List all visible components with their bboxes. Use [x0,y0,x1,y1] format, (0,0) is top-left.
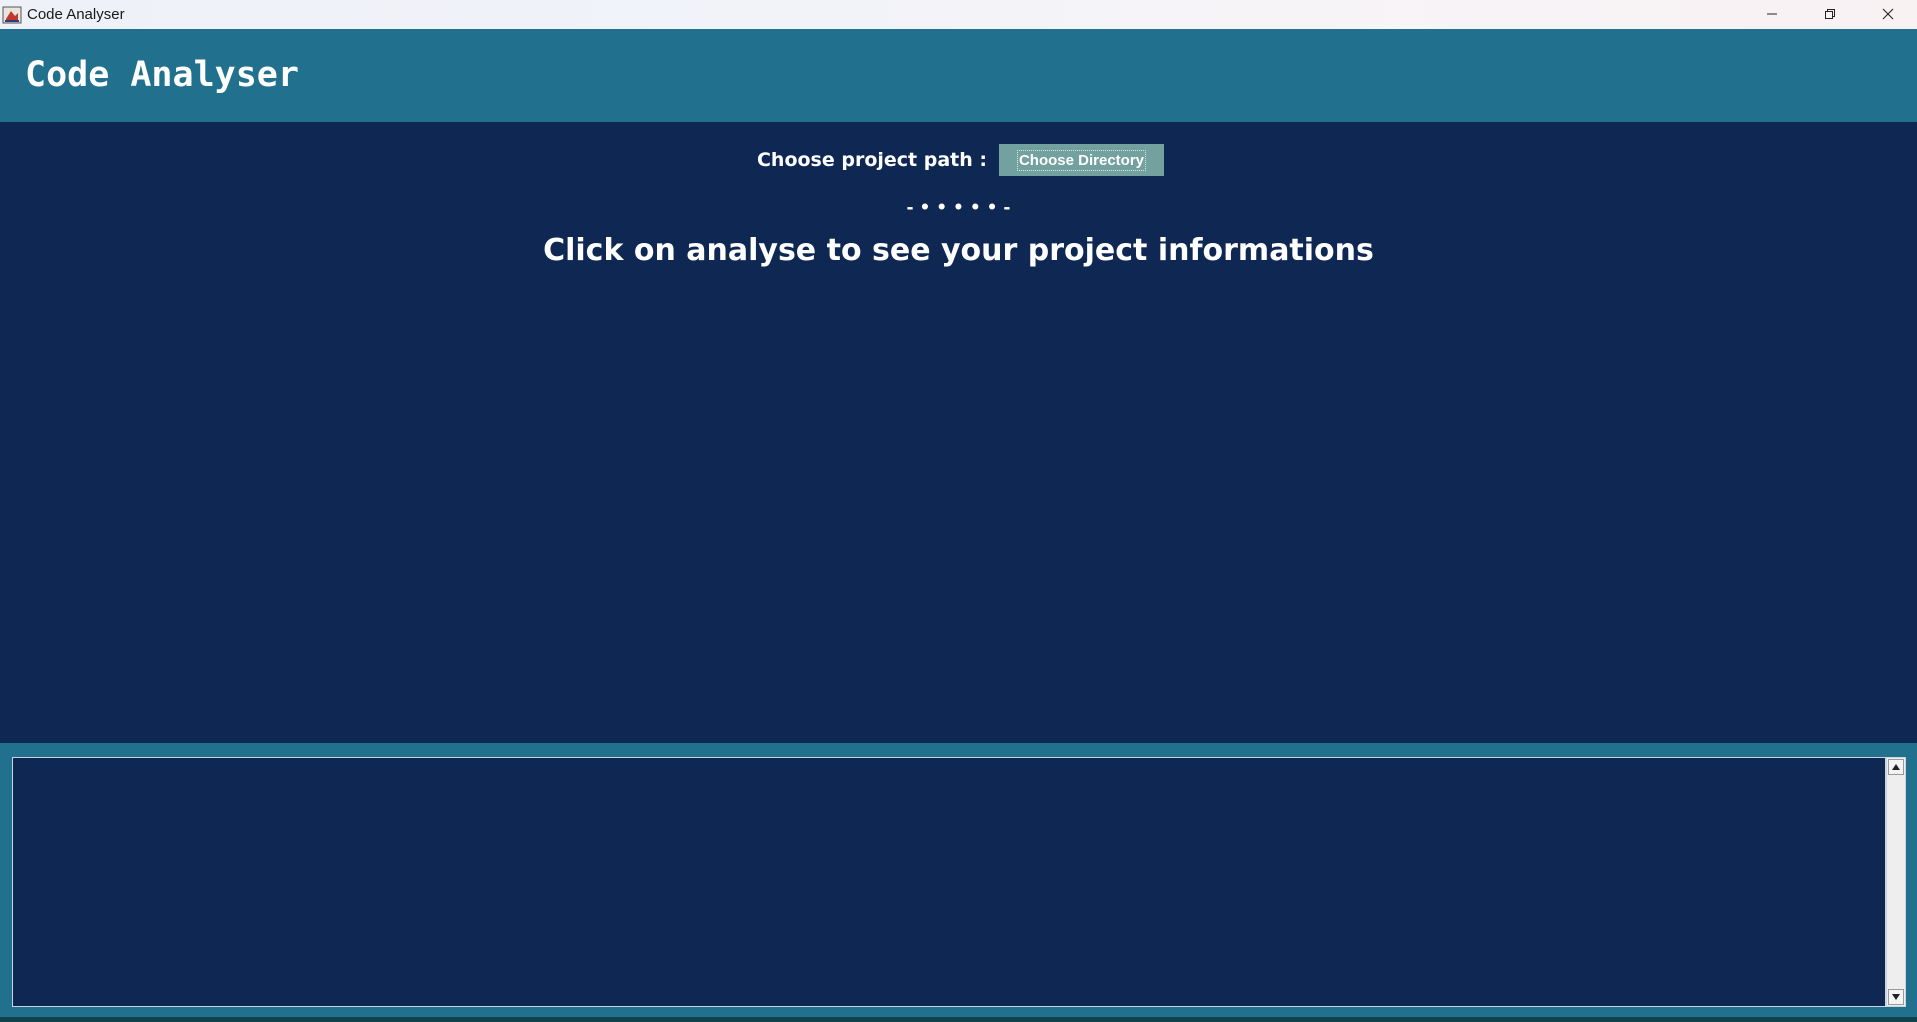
project-path-row: Choose project path : Choose Directory [0,144,1917,176]
window-title: Code Analyser [27,6,125,23]
java-app-icon [2,5,22,25]
close-button[interactable] [1859,0,1917,29]
scroll-up-button[interactable] [1888,759,1904,775]
scroll-down-button[interactable] [1888,989,1904,1005]
output-text-area[interactable] [12,757,1886,1007]
output-scrollbar[interactable] [1886,757,1906,1007]
app-title: Code Analyser [25,55,299,95]
arrow-down-icon [1892,994,1900,1000]
minimize-button[interactable] [1743,0,1801,29]
restore-button[interactable] [1801,0,1859,29]
restore-icon [1824,5,1836,24]
close-icon [1882,5,1894,24]
window-controls [1743,0,1917,29]
choose-directory-button[interactable]: Choose Directory [999,144,1164,176]
info-message: Click on analyse to see your project inf… [543,233,1374,268]
arrow-up-icon [1892,764,1900,770]
app-window: Code Analyser Code Analyser Choose proje… [0,0,1917,1022]
choose-directory-label: Choose Directory [1016,149,1147,171]
minimize-icon [1766,5,1778,24]
separator-dots: - • • • • • - [906,198,1011,218]
window-bottom-edge [0,1017,1917,1022]
title-bar: Code Analyser [0,0,1917,29]
app-header: Code Analyser [0,29,1917,122]
project-path-label: Choose project path : [756,149,987,171]
